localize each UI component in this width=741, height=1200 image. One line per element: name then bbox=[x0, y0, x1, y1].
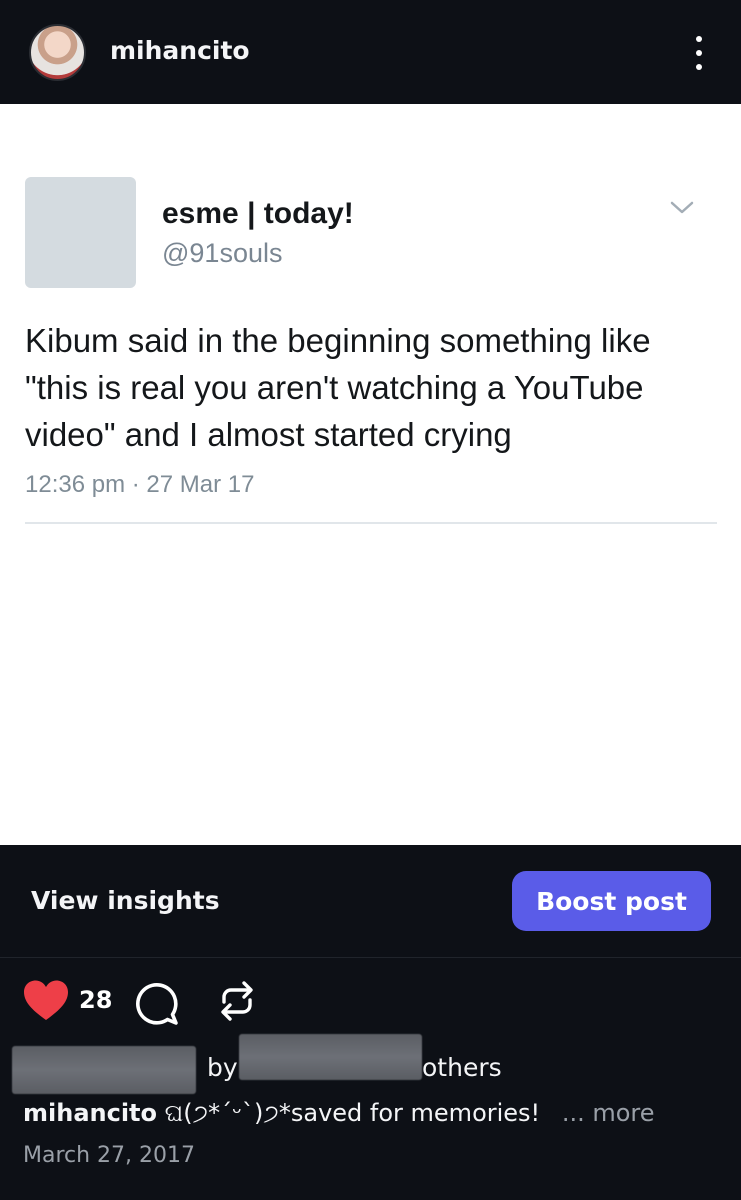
user-avatar[interactable] bbox=[29, 24, 86, 81]
tweet-divider bbox=[25, 522, 717, 524]
caption-username[interactable]: mihancito bbox=[23, 1099, 157, 1127]
post-date: March 27, 2017 bbox=[23, 1143, 196, 1168]
repost-icon[interactable] bbox=[214, 978, 260, 1024]
dot bbox=[696, 50, 702, 56]
comment-icon[interactable] bbox=[132, 979, 180, 1027]
tweet-timestamp: 12:36 pm · 27 Mar 17 bbox=[25, 471, 255, 498]
like-count[interactable]: 28 bbox=[79, 986, 112, 1014]
view-insights-link[interactable]: View insights bbox=[31, 886, 220, 915]
caption-more-link[interactable]: ... more bbox=[562, 1099, 655, 1127]
liked-by-text: by bbox=[207, 1053, 238, 1082]
post-caption: mihancito ଘ(੭*ˊᵕˋ)੭*saved for memories! … bbox=[23, 1099, 723, 1127]
heart-icon[interactable] bbox=[22, 979, 70, 1023]
tweet-handle: @91souls bbox=[162, 238, 283, 268]
redacted-username bbox=[239, 1034, 422, 1080]
redacted-username bbox=[12, 1046, 196, 1094]
liked-by-row[interactable]: by others bbox=[0, 1032, 741, 1094]
post-view: mihancito esme | today! @91souls Kibum s… bbox=[0, 0, 741, 1200]
header-username[interactable]: mihancito bbox=[110, 36, 250, 65]
post-header: mihancito bbox=[0, 0, 741, 104]
dot bbox=[696, 36, 702, 42]
tweet-avatar-placeholder bbox=[25, 177, 136, 288]
boost-post-button[interactable]: Boost post bbox=[512, 871, 711, 931]
chevron-down-icon bbox=[670, 201, 694, 214]
more-options-icon[interactable] bbox=[686, 36, 712, 70]
tweet-text: Kibum said in the beginning something li… bbox=[25, 322, 651, 453]
caption-text: ଘ(੭*ˊᵕˋ)੭*saved for memories! bbox=[164, 1099, 541, 1127]
tweet-display-name: esme | today! bbox=[162, 197, 354, 230]
liked-others-text: others bbox=[422, 1053, 502, 1082]
dot bbox=[696, 64, 702, 70]
insights-bar: View insights Boost post bbox=[0, 845, 741, 958]
post-image[interactable]: esme | today! @91souls Kibum said in the… bbox=[0, 104, 741, 845]
